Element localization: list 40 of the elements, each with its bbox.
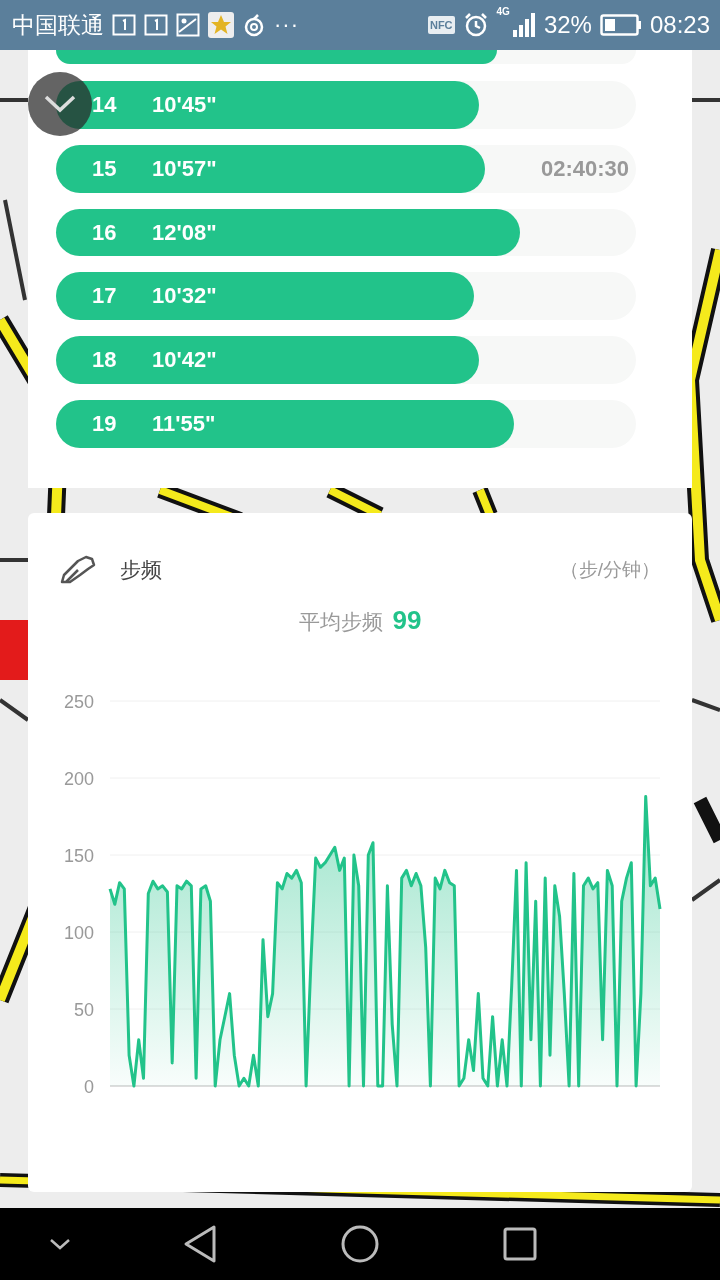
split-pace: 10'32" — [152, 283, 217, 310]
chevron-down-icon — [43, 94, 77, 114]
unit-label: （步/分钟） — [559, 558, 660, 582]
split-pace: 11'55" — [152, 411, 216, 438]
more-notifications: ··· — [274, 12, 299, 38]
swirl-icon — [242, 13, 266, 37]
image-icon — [176, 13, 200, 37]
average-value: 99 — [392, 605, 422, 636]
sim-icon — [144, 14, 168, 36]
carrier-name: 中国联通 — [12, 10, 104, 40]
battery-percent: 32% — [543, 11, 592, 39]
section-title: 步频 — [120, 557, 163, 583]
axis-tick-label: 250 — [63, 692, 94, 712]
sim-icon — [112, 14, 136, 36]
split-number: 18 — [92, 347, 118, 374]
nfc-indicator: NFC — [427, 16, 455, 34]
split-number: 16 — [92, 219, 118, 246]
axis-tick-label: 150 — [63, 846, 94, 866]
clock-time: 08:23 — [649, 11, 710, 39]
average-label: 平均步频 — [298, 609, 383, 635]
split-number: 15 — [92, 155, 118, 182]
axis-tick-label: 200 — [63, 769, 94, 789]
back-button[interactable] — [182, 1224, 218, 1264]
split-number: 17 — [92, 283, 118, 310]
split-number: 14 — [92, 91, 118, 118]
split-pace: 10'45" — [152, 91, 217, 118]
axis-tick-label: 0 — [84, 1077, 94, 1097]
battery-icon — [599, 14, 642, 36]
shoe-icon — [60, 555, 96, 585]
recents-button[interactable] — [503, 1227, 537, 1261]
split-number: 19 — [92, 411, 118, 438]
axis-tick-label: 100 — [63, 923, 94, 943]
elapsed-time: 02:40:30 — [541, 155, 630, 182]
split-pace: 12'08" — [152, 219, 217, 246]
split-pace: 10'57" — [152, 155, 217, 182]
home-button[interactable] — [341, 1225, 379, 1263]
network-type: 4G — [496, 6, 510, 17]
split-pace: 10'42" — [152, 347, 217, 374]
collapse-button[interactable] — [48, 1237, 72, 1251]
axis-tick-label: 50 — [73, 1000, 94, 1020]
